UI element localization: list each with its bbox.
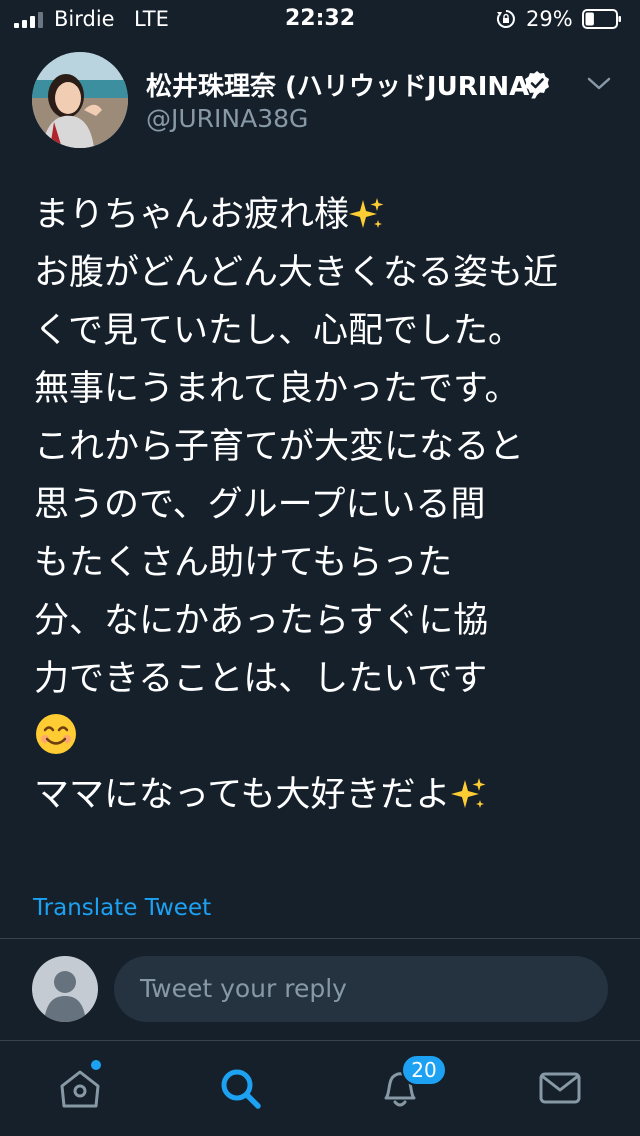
tweet-line: 分、なにかあったらすぐに協 (34, 601, 489, 641)
divider (0, 938, 640, 939)
sparkles-emoji (450, 778, 486, 808)
battery-percentage: 29% (526, 7, 573, 31)
home-icon[interactable] (52, 1060, 108, 1116)
author-avatar[interactable] (32, 52, 128, 148)
chevron-down-icon[interactable] (586, 76, 612, 92)
sparkles-emoji (349, 198, 384, 228)
default-avatar-icon (44, 971, 86, 1022)
rotation-lock-icon (496, 10, 515, 28)
notifications-badge: 20 (401, 1054, 447, 1086)
author-name[interactable]: 松井珠理奈 (ハリウッドJURINA) (146, 66, 541, 103)
tweet-line: これから子育てが大変になると (34, 427, 525, 467)
tweet-line: ママになっても大好きだよ (34, 766, 594, 824)
tweet-line: くで見ていたし、心配でした。 (34, 311, 523, 351)
reply-input[interactable]: Tweet your reply (114, 956, 608, 1022)
divider (0, 1040, 640, 1041)
verified-badge-icon (525, 71, 549, 95)
tweet-line: お腹がどんどん大きくなる姿も近 (34, 253, 558, 293)
reply-avatar[interactable] (32, 956, 98, 1022)
smiling-face-emoji (36, 714, 76, 754)
tweet-line: まりちゃんお疲れ様 (34, 186, 594, 244)
battery-icon (582, 9, 621, 29)
tweet-line (34, 708, 594, 766)
author-handle[interactable]: @JURINA38G (146, 104, 308, 133)
translate-tweet-link[interactable]: Translate Tweet (33, 895, 211, 921)
avatar-photo (32, 52, 128, 148)
status-bar: Birdie LTE 22:32 29% (0, 0, 640, 40)
search-icon[interactable] (212, 1060, 268, 1116)
tweet-line: 思うので、グループにいる間 (34, 485, 486, 525)
tweet-line: 無事にうまれて良かったです。 (34, 369, 520, 409)
tweet-text: まりちゃんお疲れ様 お腹がどんどん大きくなる姿も近 くで見ていたし、心配でした。… (34, 186, 594, 824)
reply-placeholder: Tweet your reply (140, 974, 347, 1003)
tweet-line: もたくさん助けてもらった (34, 543, 453, 583)
messages-icon[interactable] (532, 1060, 588, 1116)
tweet-line: 力できることは、したいです (34, 659, 488, 699)
